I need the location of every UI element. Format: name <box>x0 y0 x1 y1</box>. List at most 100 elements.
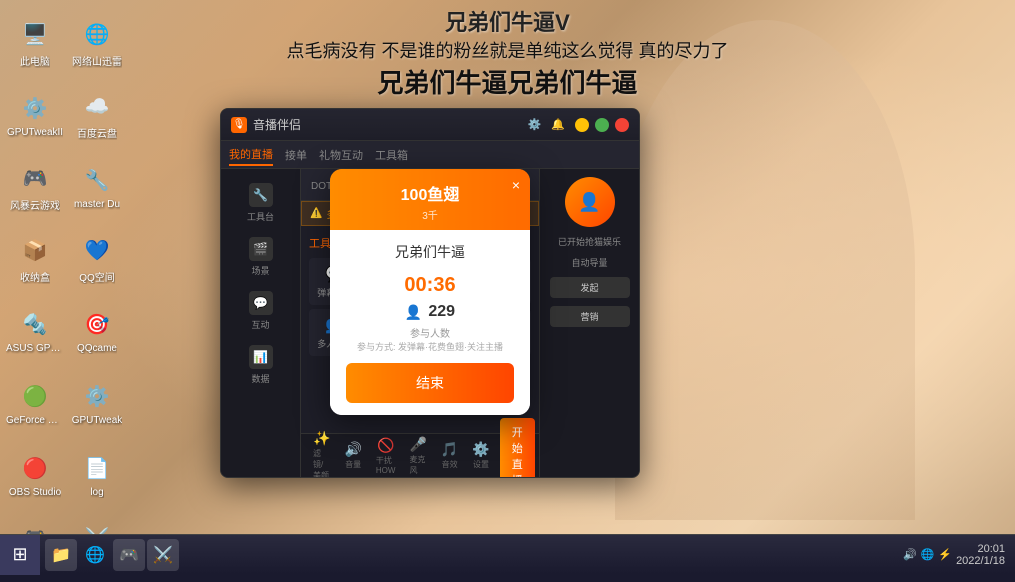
taskbar-icons: 📁 🌐 🎮 ⚔️ <box>40 539 893 571</box>
nav-orders[interactable]: 接单 <box>285 145 307 165</box>
desktop-icon-obs[interactable]: 🔴 OBS Studio <box>5 440 65 510</box>
desktop-icon-gputweak[interactable]: ⚙️ GPUTweak <box>67 368 127 438</box>
box-icon: 📦 <box>19 234 51 266</box>
desktop-icon-grid: 🖥️ 此电脑 🌐 网络山迅雷 ⚙️ GPUTweakII ☁️ 百度云盘 🎮 风… <box>0 0 130 534</box>
data-icon: 📊 <box>249 345 273 369</box>
geforce-icon: 🟢 <box>19 380 51 412</box>
qq-icon-label: QQ空间 <box>79 269 115 284</box>
nav-my-stream[interactable]: 我的直播 <box>229 144 273 166</box>
top-line2: 点毛病没有 不是谁的粉丝就是单纯这么觉得 真的尽力了 <box>0 37 1015 63</box>
noise-icon: 🚫 <box>377 437 394 454</box>
cloud-icon-label: 百度云盘 <box>77 125 117 140</box>
geforce-icon-label: GeForce Experience <box>6 415 64 426</box>
gpu-icon-label: GPUTweakII <box>7 127 63 138</box>
notif-subtitle: 3千 <box>346 207 514 222</box>
sound-icon: 🎵 <box>441 441 458 458</box>
volume-icon: 🔊 <box>344 441 361 458</box>
right-panel-label: 已开始抢猫娱乐 <box>558 235 621 248</box>
desktop-icon-qq[interactable]: 💙 QQ空间 <box>67 224 127 294</box>
log-icon: 📄 <box>81 452 113 484</box>
top-line3: 兄弟们牛逼兄弟们牛逼 <box>0 63 1015 100</box>
tools-icon: 🔧 <box>249 183 273 207</box>
notif-count-label: 参与人数 <box>346 325 514 340</box>
box-icon-label: 收纳盒 <box>20 269 50 284</box>
desktop-icon-box[interactable]: 📦 收纳盒 <box>5 224 65 294</box>
marketing-button[interactable]: 营销 <box>550 306 630 327</box>
person-icon: 👤 <box>405 304 422 321</box>
desktop-icon-asus[interactable]: 🔩 ASUS GPU Tweak <box>5 296 65 366</box>
log-icon-label: log <box>90 487 103 498</box>
volume-label: 音量 <box>345 459 361 470</box>
taskbar-network-icon[interactable]: 🌐 <box>921 548 935 561</box>
taskbar-sound-icon[interactable]: 🔊 <box>903 548 917 561</box>
close-button[interactable] <box>615 118 629 132</box>
desktop-icon-log[interactable]: 📄 log <box>67 440 127 510</box>
network-icon-label: 网络山迅雷 <box>72 53 122 68</box>
gpu-icon: ⚙️ <box>19 92 51 124</box>
volume-tool[interactable]: 🔊 音量 <box>340 439 365 472</box>
notif-close-button[interactable]: × <box>512 177 520 193</box>
desktop-icon-network[interactable]: 🌐 网络山迅雷 <box>67 8 127 78</box>
desktop-icon-geforce[interactable]: 🟢 GeForce Experience <box>5 368 65 438</box>
gputweak-icon: ⚙️ <box>81 380 113 412</box>
settings-tool[interactable]: ⚙️ 设置 <box>468 439 493 472</box>
desktop-icon-computer[interactable]: 🖥️ 此电脑 <box>5 8 65 78</box>
desktop-icon-master[interactable]: 🔧 master Du <box>67 152 127 222</box>
interact-icon: 💬 <box>249 291 273 315</box>
sound-label: 音效 <box>442 459 458 470</box>
settings-label: 设置 <box>473 459 489 470</box>
taskbar-steam[interactable]: 🎮 <box>113 539 145 571</box>
launch-button[interactable]: 发起 <box>550 277 630 298</box>
mic-tool[interactable]: 🎤 麦克风 <box>405 434 430 478</box>
qqcame-icon: 🎯 <box>81 308 113 340</box>
notif-body: 兄弟们牛逼 00:36 👤 229 参与人数 参与方式: 发弹幕·花费鱼翅·关注… <box>330 230 530 415</box>
filter-tool[interactable]: ✨ 滤镜/美颜 <box>309 428 334 477</box>
sidebar-data[interactable]: 📊 数据 <box>221 339 300 391</box>
qqcame-icon-label: QQcame <box>77 343 117 354</box>
notif-title: 100鱼翅 <box>346 181 514 205</box>
desktop-icon-cloud[interactable]: ☁️ 百度云盘 <box>67 80 127 150</box>
bell-icon[interactable]: 🔔 <box>551 118 565 132</box>
right-panel: 👤 已开始抢猫娱乐 自动导量 发起 营销 <box>539 169 639 477</box>
scene-icon: 🎬 <box>249 237 273 261</box>
maximize-button[interactable] <box>595 118 609 132</box>
notif-end-button[interactable]: 结束 <box>346 363 514 403</box>
cloud-icon: ☁️ <box>81 90 113 122</box>
obs-icon-label: OBS Studio <box>9 487 61 498</box>
notif-footer-text: 参与方式: 发弹幕·花费鱼翅·关注主播 <box>346 340 514 353</box>
noise-tool[interactable]: 🚫 干扰HOW <box>372 435 400 477</box>
sidebar-interact[interactable]: 💬 互动 <box>221 285 300 337</box>
nav-toolbox[interactable]: 工具箱 <box>375 145 408 165</box>
windows-icon: ⊞ <box>12 544 27 565</box>
notif-timer: 00:36 <box>346 274 514 297</box>
taskbar-battery-icon: ⚡ <box>938 548 952 561</box>
start-stream-button[interactable]: 开始直播 <box>500 418 535 478</box>
clock-date: 2022/1/18 <box>956 555 1005 567</box>
minimize-button[interactable] <box>575 118 589 132</box>
sound-tool[interactable]: 🎵 音效 <box>437 439 462 472</box>
game-icon: 🎮 <box>19 162 51 194</box>
notif-message: 兄弟们牛逼 <box>346 242 514 262</box>
taskbar-chrome[interactable]: 🌐 <box>79 539 111 571</box>
taskbar-clock: 20:01 2022/1/18 <box>956 543 1005 567</box>
warning-icon: ⚠️ <box>310 208 322 219</box>
taskbar-file-explorer[interactable]: 📁 <box>45 539 77 571</box>
filter-label: 滤镜/美颜 <box>313 448 330 477</box>
mic-icon: 🎤 <box>409 436 426 453</box>
desktop-icon-game[interactable]: 🎮 风暴云游戏 <box>5 152 65 222</box>
title-controls: ⚙️ 🔔 <box>528 118 629 132</box>
notif-header: 100鱼翅 3千 × <box>330 169 530 230</box>
taskbar-dota2[interactable]: ⚔️ <box>147 539 179 571</box>
top-line1: 兄弟们牛逼V <box>0 5 1015 37</box>
desktop-icon-gpu[interactable]: ⚙️ GPUTweakII <box>5 80 65 150</box>
app-sidebar: 🔧 工具台 🎬 场景 💬 互动 📊 数据 <box>221 169 301 477</box>
sidebar-scene[interactable]: 🎬 场景 <box>221 231 300 283</box>
top-overlay-text: 兄弟们牛逼V 点毛病没有 不是谁的粉丝就是单纯这么觉得 真的尽力了 兄弟们牛逼兄… <box>0 0 1015 105</box>
interact-label: 互动 <box>251 318 269 331</box>
desktop-icon-qqcame[interactable]: 🎯 QQcame <box>67 296 127 366</box>
sidebar-tools[interactable]: 🔧 工具台 <box>221 177 300 229</box>
start-button[interactable]: ⊞ <box>0 535 40 575</box>
settings-icon[interactable]: ⚙️ <box>528 118 542 132</box>
main-app-window: 🎙 音播伴侣 ⚙️ 🔔 我的直播 接单 礼物互动 工具箱 🔧 工具台 🎬 场景 <box>220 108 640 478</box>
nav-gifts[interactable]: 礼物互动 <box>319 145 363 165</box>
